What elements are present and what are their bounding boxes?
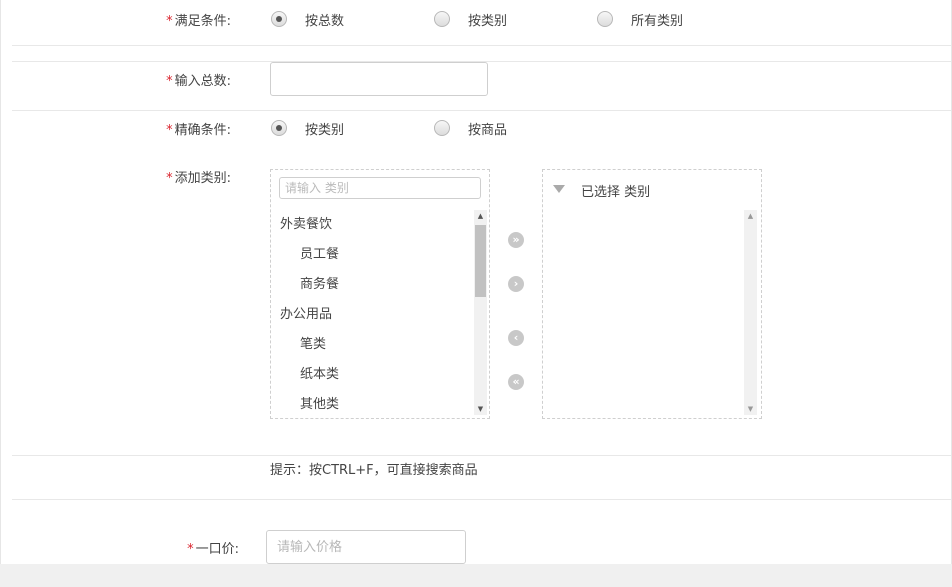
add-category-label: * 添加类别: [166, 171, 231, 186]
scroll-down-icon[interactable]: ▼ [744, 403, 757, 415]
condition-radio-total[interactable] [271, 11, 287, 27]
total-input[interactable] [270, 62, 488, 96]
scroll-up-icon[interactable]: ▲ [744, 210, 757, 222]
form-panel: * 满足条件: 按总数 按类别 所有类别 * 输入总数: * 精确条件: 按类别 按商… [0, 0, 952, 564]
list-item[interactable]: 纸本类 [271, 360, 473, 390]
precise-radio-product[interactable] [434, 120, 450, 136]
list-item[interactable]: 其他类 [271, 390, 473, 420]
add-all-icon[interactable]: » [508, 232, 524, 248]
precise-option-product[interactable]: 按商品 [468, 119, 507, 138]
total-label: * 输入总数: [166, 74, 231, 89]
category-list: 外卖餐饮 员工餐 商务餐 办公用品 笔类 纸本类 其他类 [271, 210, 473, 420]
selected-list-scrollbar[interactable]: ▲ ▼ [744, 210, 757, 415]
price-label: * 一口价: [187, 542, 239, 557]
list-item[interactable]: 办公用品 [271, 300, 473, 330]
divider [12, 499, 951, 500]
collapse-triangle-icon[interactable] [553, 185, 565, 193]
list-item[interactable]: 外卖餐饮 [271, 210, 473, 240]
search-hint: 提示：按CTRL+F，可直接搜索商品 [270, 463, 478, 478]
scroll-down-icon[interactable]: ▼ [474, 403, 487, 415]
category-search-input[interactable] [279, 177, 481, 199]
category-selected-box: 已选择 类别 ▲ ▼ [542, 169, 762, 419]
remove-selected-icon[interactable]: ‹ [508, 330, 524, 346]
divider [12, 45, 951, 46]
divider [12, 455, 951, 456]
precise-radio-category[interactable] [271, 120, 287, 136]
list-item[interactable]: 员工餐 [271, 240, 473, 270]
condition-radio-category[interactable] [434, 11, 450, 27]
condition-option-total[interactable]: 按总数 [305, 10, 344, 29]
add-selected-icon[interactable]: › [508, 276, 524, 292]
precise-label: * 精确条件: [166, 123, 231, 138]
condition-radio-all-categories[interactable] [597, 11, 613, 27]
selected-list-title: 已选择 类别 [581, 185, 651, 200]
precise-option-category[interactable]: 按类别 [305, 119, 344, 138]
divider [12, 110, 951, 111]
scroll-up-icon[interactable]: ▲ [474, 210, 487, 222]
condition-label: * 满足条件: [166, 14, 231, 29]
category-list-scrollbar[interactable]: ▲ ▼ [474, 210, 487, 415]
condition-option-category[interactable]: 按类别 [468, 10, 507, 29]
scrollbar-thumb[interactable] [475, 225, 486, 297]
condition-option-all-categories[interactable]: 所有类别 [631, 10, 683, 29]
list-item[interactable]: 笔类 [271, 330, 473, 360]
price-input[interactable] [266, 530, 466, 564]
list-item[interactable]: 商务餐 [271, 270, 473, 300]
category-source-box: 外卖餐饮 员工餐 商务餐 办公用品 笔类 纸本类 其他类 ▲ ▼ [270, 169, 490, 419]
remove-all-icon[interactable]: « [508, 374, 524, 390]
